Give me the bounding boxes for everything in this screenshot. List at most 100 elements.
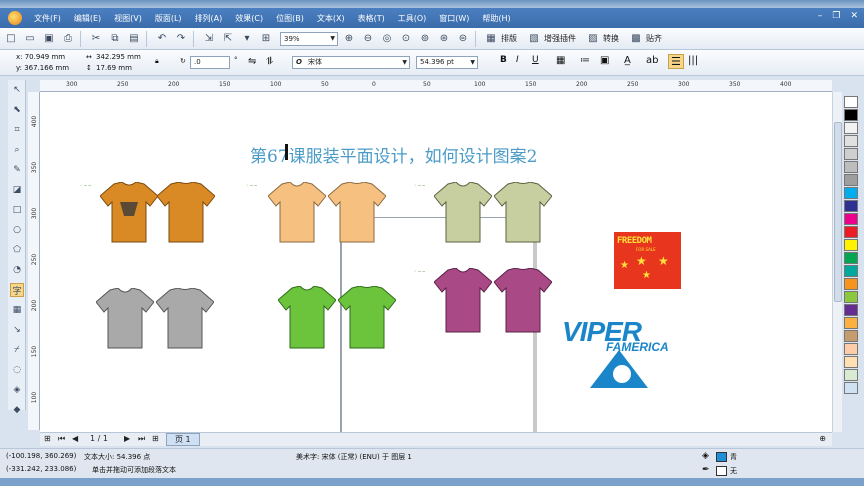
palette-swatch[interactable]	[844, 226, 858, 238]
eyedropper-tool-icon[interactable]: ⌿	[10, 343, 24, 357]
menu-effects[interactable]: 效果(C)	[235, 13, 263, 24]
ellipse-tool-icon[interactable]: ○	[10, 223, 24, 237]
rotation-field[interactable]: .0	[190, 56, 230, 69]
tshirt-orange-front[interactable]	[99, 181, 159, 246]
first-page-icon[interactable]: ⏮	[58, 434, 65, 444]
palette-swatch[interactable]	[844, 148, 858, 160]
save-icon[interactable]: ▣	[41, 31, 57, 47]
palette-swatch[interactable]	[844, 330, 858, 342]
text-format-icon[interactable]: A̲	[624, 55, 631, 66]
zoom-all-icon[interactable]: ⊙	[398, 31, 414, 47]
lock-ratio-icon[interactable]: 🔒︎	[155, 57, 159, 66]
menu-edit[interactable]: 编辑(E)	[74, 13, 101, 24]
freedom-logo-image[interactable]: FREEDOM FOR SALE ★ ★ ★ ★	[614, 232, 681, 289]
undo-icon[interactable]: ↶	[154, 31, 170, 47]
italic-icon[interactable]: I	[516, 55, 519, 65]
polygon-tool-icon[interactable]: ⬠	[10, 243, 24, 257]
enhance-plugin-button[interactable]: 增强插件	[544, 33, 576, 44]
zoom-tool-icon[interactable]: ⌕	[10, 143, 24, 157]
mirror-vertical-icon[interactable]: ⥮	[266, 56, 273, 67]
pick-tool-icon[interactable]: ↖	[10, 83, 24, 97]
new-document-icon[interactable]: □	[3, 31, 19, 47]
palette-swatch[interactable]	[844, 135, 858, 147]
dropcap-icon[interactable]: ▣	[600, 55, 609, 66]
vertical-ruler[interactable]: 400 350 300 250 200 150 100	[28, 92, 40, 430]
paste-icon[interactable]: ▤	[126, 31, 142, 47]
palette-swatch[interactable]	[844, 174, 858, 186]
palette-swatch[interactable]	[844, 317, 858, 329]
palette-swatch[interactable]	[844, 291, 858, 303]
crop-tool-icon[interactable]: ⌗	[10, 123, 24, 137]
copy-icon[interactable]: ⧉	[107, 31, 123, 47]
palette-swatch[interactable]	[844, 213, 858, 225]
scrollbar-thumb[interactable]	[834, 122, 842, 302]
zoom-out-icon[interactable]: ⊖	[360, 31, 376, 47]
bullet-icon[interactable]: ≔	[580, 55, 590, 66]
snap-plugin-button[interactable]: 贴齐	[646, 33, 662, 44]
tshirt-magenta-back[interactable]	[493, 267, 553, 336]
fill-tool-icon[interactable]: ◈	[10, 383, 24, 397]
palette-swatch[interactable]	[844, 356, 858, 368]
vertical-text-icon[interactable]: |||	[688, 55, 698, 66]
mirror-horizontal-icon[interactable]: ⇋	[248, 56, 256, 67]
zoom-level-select[interactable]: 39% ▼	[280, 31, 338, 46]
welcome-screen-icon[interactable]: ⊞	[258, 31, 274, 47]
application-launcher-icon[interactable]: ▾	[239, 31, 255, 47]
palette-swatch[interactable]	[844, 265, 858, 277]
underline-icon[interactable]: U	[532, 55, 539, 65]
next-page-icon[interactable]: ▶	[124, 434, 130, 443]
height-field[interactable]: 17.69 mm	[96, 64, 132, 72]
tshirt-green-front[interactable]	[277, 285, 337, 352]
menu-arrange[interactable]: 排列(A)	[195, 13, 223, 24]
zoom-navigator-icon[interactable]: ⊕	[819, 434, 826, 443]
palette-swatch[interactable]	[844, 369, 858, 381]
palette-swatch[interactable]	[844, 239, 858, 251]
font-family-select[interactable]: O 宋体 ▼	[292, 56, 410, 69]
table-tool-icon[interactable]: ▦	[10, 303, 24, 317]
menu-text[interactable]: 文本(X)	[317, 13, 345, 24]
rectangle-tool-icon[interactable]: □	[10, 203, 24, 217]
menu-bitmaps[interactable]: 位图(B)	[276, 13, 304, 24]
palette-swatch[interactable]	[844, 252, 858, 264]
tshirt-green-back[interactable]	[337, 285, 397, 352]
tshirt-grey-back[interactable]	[155, 287, 215, 352]
fill-color-swatch[interactable]	[716, 452, 727, 462]
add-page-after-icon[interactable]: ⊞	[152, 434, 159, 443]
open-icon[interactable]: ▭	[22, 31, 38, 47]
last-page-icon[interactable]: ⏭	[138, 434, 145, 444]
typeset-plugin-icon[interactable]: ▦	[483, 31, 499, 47]
tshirt-peach-front[interactable]	[267, 181, 327, 246]
tshirt-sage-back[interactable]	[493, 181, 553, 246]
minimize-icon[interactable]: –	[818, 11, 823, 21]
smart-fill-tool-icon[interactable]: ◪	[10, 183, 24, 197]
basic-shapes-tool-icon[interactable]: ◔	[10, 263, 24, 277]
dimension-tool-icon[interactable]: ↘	[10, 323, 24, 337]
canvas-title-text[interactable]: 第67课服装平面设计，如何设计图案2	[250, 142, 537, 167]
tshirt-peach-back[interactable]	[327, 181, 387, 246]
zoom-page-icon[interactable]: ⊚	[417, 31, 433, 47]
palette-swatch[interactable]	[844, 278, 858, 290]
outline-color-swatch[interactable]	[716, 466, 727, 476]
palette-swatch[interactable]	[844, 96, 858, 108]
convert-plugin-icon[interactable]: ▨	[585, 31, 601, 47]
palette-swatch[interactable]	[844, 200, 858, 212]
width-field[interactable]: 342.295 mm	[96, 53, 141, 61]
enhance-plugin-icon[interactable]: ▧	[526, 31, 542, 47]
redo-icon[interactable]: ↷	[173, 31, 189, 47]
menu-layout[interactable]: 版面(L)	[155, 13, 182, 24]
zoom-width-icon[interactable]: ⊛	[436, 31, 452, 47]
typeset-plugin-button[interactable]: 排版	[501, 33, 517, 44]
restore-icon[interactable]: ❐	[832, 11, 840, 21]
y-position-field[interactable]: y: 367.166 mm	[16, 64, 69, 72]
palette-swatch[interactable]	[844, 343, 858, 355]
text-tool-icon[interactable]: 字	[10, 283, 24, 297]
menu-help[interactable]: 帮助(H)	[482, 13, 510, 24]
palette-swatch[interactable]	[844, 187, 858, 199]
snap-plugin-icon[interactable]: ▩	[628, 31, 644, 47]
menu-table[interactable]: 表格(T)	[358, 13, 385, 24]
horizontal-text-icon[interactable]: ☰	[668, 54, 684, 69]
menu-window[interactable]: 窗口(W)	[439, 13, 469, 24]
bold-icon[interactable]: B	[500, 55, 507, 65]
shape-tool-icon[interactable]: ⬉	[10, 103, 24, 117]
x-position-field[interactable]: x: 70.949 mm	[16, 53, 65, 61]
